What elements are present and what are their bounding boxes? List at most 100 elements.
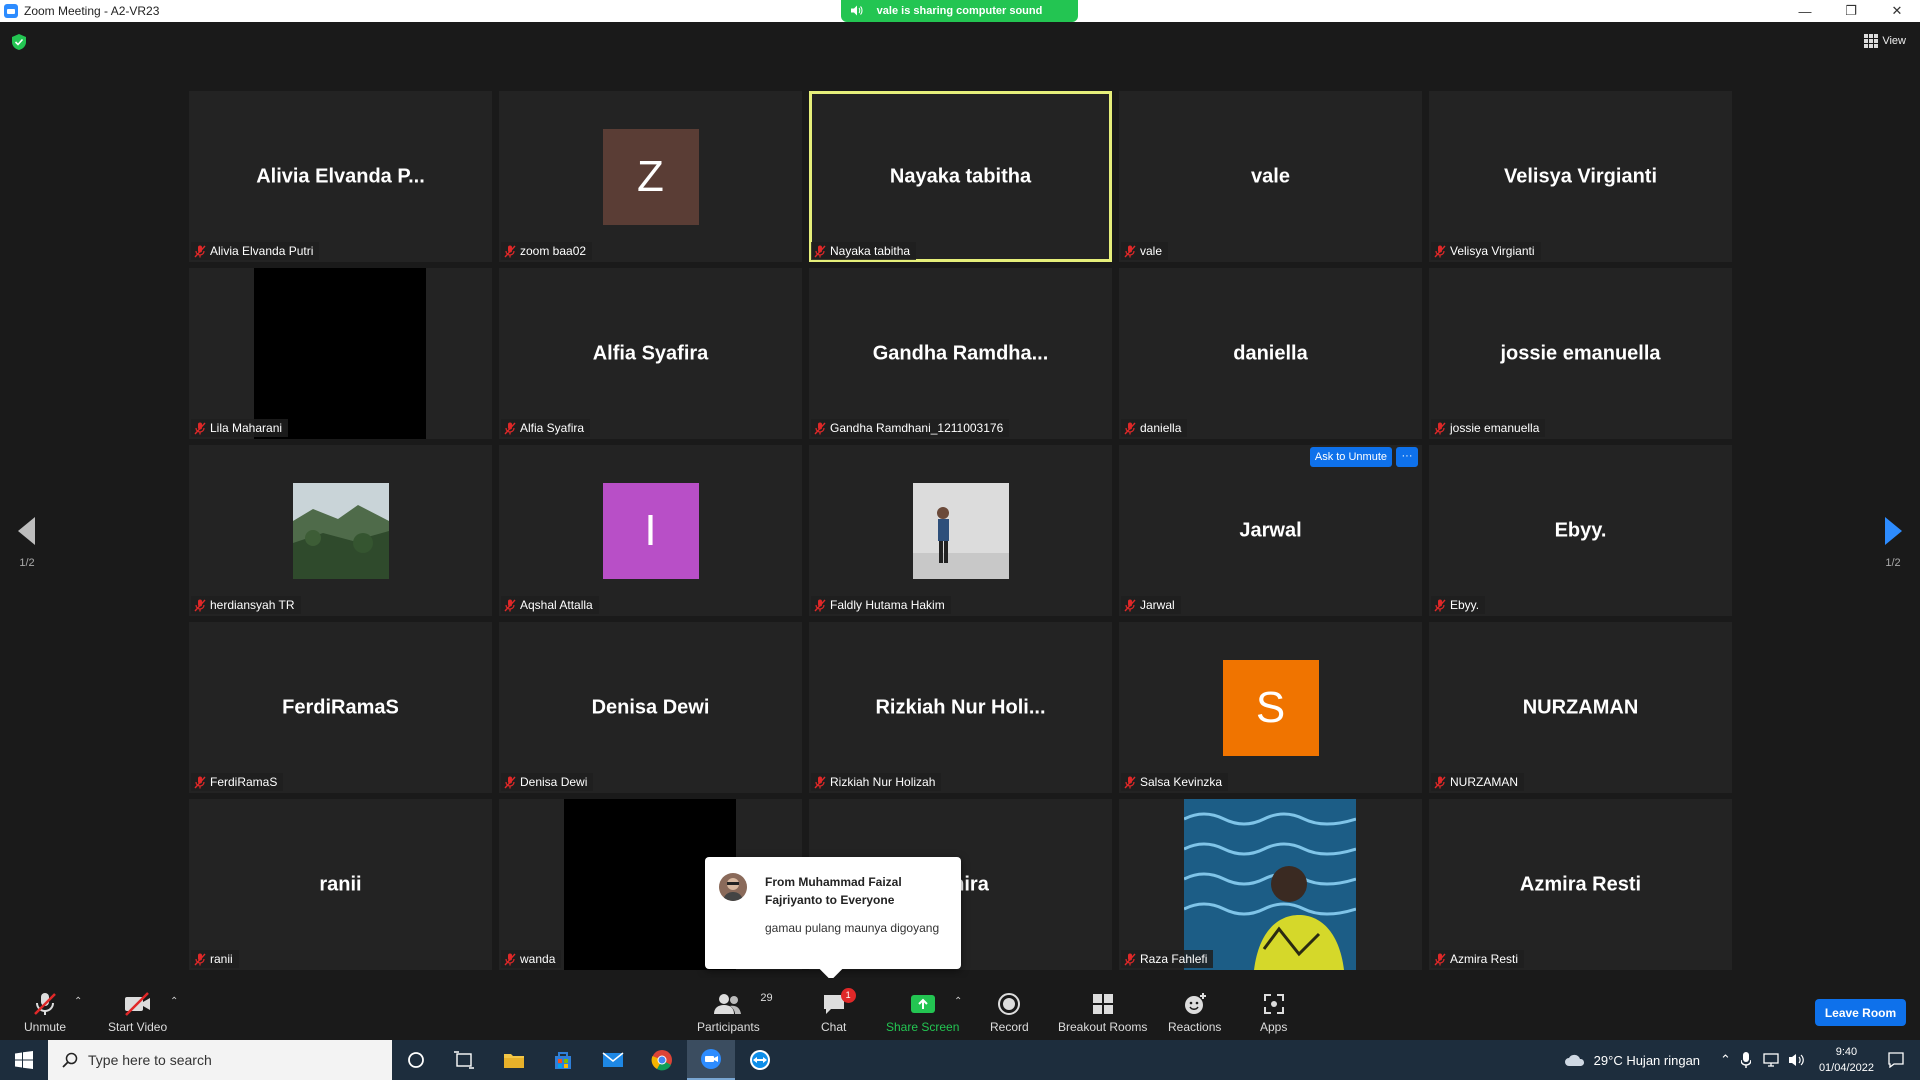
avatar: Z xyxy=(602,128,699,225)
breakout-rooms-label: Breakout Rooms xyxy=(1058,1020,1148,1034)
participant-tile[interactable]: herdiansyah TR xyxy=(189,445,492,616)
participant-tile[interactable]: Azmira Resti Azmira Resti xyxy=(1429,799,1732,970)
weather-cloud-icon[interactable] xyxy=(1564,1052,1586,1068)
participant-name-label: daniella xyxy=(1121,419,1188,437)
title-bar: Zoom Meeting - A2-VR23 vale is sharing c… xyxy=(0,0,1920,22)
view-label: View xyxy=(1882,35,1906,47)
participant-name: Salsa Kevinzka xyxy=(1140,775,1223,789)
participant-tile[interactable]: S Salsa Kevinzka xyxy=(1119,622,1422,793)
participant-tile[interactable]: Ebyy. Ebyy. xyxy=(1429,445,1732,616)
prev-page-nav[interactable]: 1/2 xyxy=(18,517,36,569)
chat-unread-badge: 1 xyxy=(840,988,856,1003)
video-options-caret[interactable]: ⌃ xyxy=(170,996,178,1007)
participant-tile[interactable]: jossie emanuella jossie emanuella xyxy=(1429,268,1732,439)
audio-options-caret[interactable]: ⌃ xyxy=(74,996,82,1007)
participant-tile[interactable]: daniella daniella xyxy=(1119,268,1422,439)
participant-tile[interactable]: Faldly Hutama Hakim xyxy=(809,445,1112,616)
left-arrow-icon[interactable] xyxy=(18,517,36,545)
participant-tile[interactable]: Jarwal Ask to Unmute ··· Jarwal xyxy=(1119,445,1422,616)
file-explorer-icon[interactable] xyxy=(490,1040,538,1080)
zoom-taskbar-icon[interactable] xyxy=(687,1040,735,1080)
taskbar-clock[interactable]: 9:40 01/04/2022 xyxy=(1819,1044,1874,1076)
participant-tile[interactable]: ranii ranii xyxy=(189,799,492,970)
participants-button[interactable]: 29 Participants xyxy=(697,990,773,1034)
teamviewer-icon[interactable] xyxy=(736,1040,784,1080)
participant-tile[interactable]: Gandha Ramdha... Gandha Ramdhani_12110031… xyxy=(809,268,1112,439)
participant-tile[interactable]: NURZAMAN NURZAMAN xyxy=(1429,622,1732,793)
avatar: S xyxy=(1222,659,1319,756)
participant-tile[interactable]: Lila Maharani xyxy=(189,268,492,439)
participant-name-label: zoom baa02 xyxy=(501,242,593,260)
restore-icon[interactable]: ❐ xyxy=(1828,0,1874,22)
weather-text[interactable]: 29°C Hujan ringan xyxy=(1594,1053,1700,1068)
start-video-button[interactable]: Start Video xyxy=(108,990,167,1034)
windows-start-button[interactable] xyxy=(0,1040,48,1080)
record-icon xyxy=(998,993,1021,1015)
microphone-tray-icon[interactable] xyxy=(1740,1052,1751,1068)
apps-button[interactable]: Apps xyxy=(1260,990,1287,1034)
participant-tile[interactable]: Nayaka tabitha Nayaka tabitha xyxy=(809,91,1112,262)
muted-mic-icon xyxy=(1434,776,1446,789)
participant-tile[interactable]: Alivia Elvanda P... Alivia Elvanda Putri xyxy=(189,91,492,262)
microsoft-store-icon[interactable] xyxy=(539,1040,587,1080)
participant-tile[interactable]: Velisya Virgianti Velisya Virgianti xyxy=(1429,91,1732,262)
participant-name: wanda xyxy=(520,952,556,966)
record-label: Record xyxy=(990,1020,1029,1034)
unmute-label: Unmute xyxy=(24,1020,67,1034)
share-options-caret[interactable]: ⌃ xyxy=(954,996,962,1007)
mail-icon[interactable] xyxy=(589,1040,637,1080)
participants-label: Participants xyxy=(697,1020,760,1034)
view-button[interactable]: View xyxy=(1864,34,1906,48)
muted-mic-icon xyxy=(814,599,826,612)
more-options-button[interactable]: ··· xyxy=(1396,447,1418,467)
notifications-icon[interactable] xyxy=(1888,1052,1904,1068)
taskbar-search-box[interactable]: Type here to search xyxy=(48,1040,392,1080)
muted-mic-icon xyxy=(194,953,206,966)
muted-mic-icon xyxy=(194,776,206,789)
participant-name: FerdiRamaS xyxy=(210,775,278,789)
unmute-button[interactable]: Unmute xyxy=(24,990,66,1034)
sound-sharing-banner[interactable]: vale is sharing computer sound xyxy=(841,0,1078,22)
chrome-icon[interactable] xyxy=(638,1040,686,1080)
volume-icon[interactable] xyxy=(1788,1053,1805,1067)
participant-tile[interactable]: Denisa Dewi Denisa Dewi xyxy=(499,622,802,793)
tray-overflow-icon[interactable]: ⌃ xyxy=(1720,1052,1731,1068)
participant-tile[interactable]: I Aqshal Attalla xyxy=(499,445,802,616)
minimize-icon[interactable]: — xyxy=(1782,0,1828,22)
participant-tile[interactable]: vale vale xyxy=(1119,91,1422,262)
chat-label: Chat xyxy=(821,1020,847,1034)
breakout-rooms-button[interactable]: Breakout Rooms xyxy=(1058,990,1147,1034)
participant-display-name: NURZAMAN xyxy=(1522,696,1639,718)
leave-room-button[interactable]: Leave Room xyxy=(1815,999,1906,1026)
page-indicator-left: 1/2 xyxy=(19,557,35,569)
cortana-icon[interactable] xyxy=(392,1040,440,1080)
participant-name-label: Raza Fahlefi xyxy=(1121,950,1214,968)
participant-tile[interactable]: Rizkiah Nur Holi... Rizkiah Nur Holizah xyxy=(809,622,1112,793)
muted-mic-icon xyxy=(194,245,206,258)
participant-tile[interactable]: FerdiRamaS FerdiRamaS xyxy=(189,622,492,793)
muted-mic-icon xyxy=(1434,953,1446,966)
participant-name-label: Rizkiah Nur Holizah xyxy=(811,773,942,791)
participant-tile[interactable]: Zzoom baa02 xyxy=(499,91,802,262)
network-icon[interactable] xyxy=(1763,1053,1779,1067)
reactions-button[interactable]: Reactions xyxy=(1168,990,1221,1034)
participant-name-label: ranii xyxy=(191,950,239,968)
participant-name: daniella xyxy=(1140,421,1182,435)
meeting-toolbar: Unmute ⌃ Start Video ⌃ 29 Participants 1… xyxy=(0,978,1920,1040)
participant-tile[interactable]: Alfia Syafira Alfia Syafira xyxy=(499,268,802,439)
chat-button[interactable]: 1 Chat xyxy=(821,988,856,1034)
participant-tile[interactable]: Raza Fahlefi xyxy=(1119,799,1422,970)
participant-name: Alfia Syafira xyxy=(520,421,585,435)
chat-notification-popup[interactable]: From Muhammad Faizal Fajriyanto to Every… xyxy=(705,857,961,981)
participant-display-name: Ebyy. xyxy=(1554,519,1607,541)
record-button[interactable]: Record xyxy=(990,990,1029,1034)
share-screen-button[interactable]: Share Screen xyxy=(886,990,959,1034)
encryption-shield-icon[interactable] xyxy=(12,34,26,50)
system-tray: 29°C Hujan ringan ⌃ 9:40 01/04/2022 xyxy=(1564,1040,1920,1080)
apps-icon xyxy=(1263,994,1284,1014)
ask-to-unmute-button[interactable]: Ask to Unmute xyxy=(1309,447,1392,467)
close-icon[interactable]: ✕ xyxy=(1874,0,1920,22)
task-view-icon[interactable] xyxy=(440,1040,488,1080)
next-page-nav[interactable]: 1/2 xyxy=(1884,517,1902,569)
right-arrow-icon[interactable] xyxy=(1884,517,1902,545)
